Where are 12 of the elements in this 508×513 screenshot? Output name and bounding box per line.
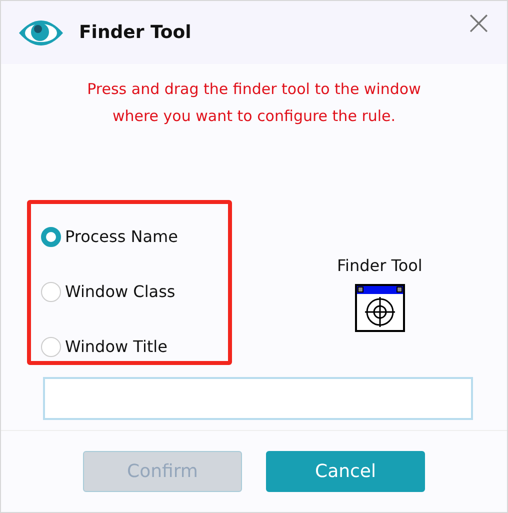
input-field[interactable]	[43, 377, 473, 420]
option-label[interactable]: Process Name	[65, 226, 178, 248]
window-title: Finder Tool	[79, 21, 192, 45]
radio-button[interactable]	[41, 227, 61, 247]
option-label[interactable]: Window Class	[65, 281, 176, 303]
option-label[interactable]: Window Title	[65, 336, 168, 358]
finder-label: Finder Tool	[337, 255, 422, 277]
radio-button[interactable]	[41, 337, 61, 357]
close-button[interactable]: ×	[464, 6, 493, 40]
instruction-text: Press and drag the finder tool to the window where you want to configure the rule.	[86, 79, 422, 127]
crosshair-icon[interactable]	[354, 284, 405, 332]
radio-button[interactable]	[41, 282, 61, 302]
